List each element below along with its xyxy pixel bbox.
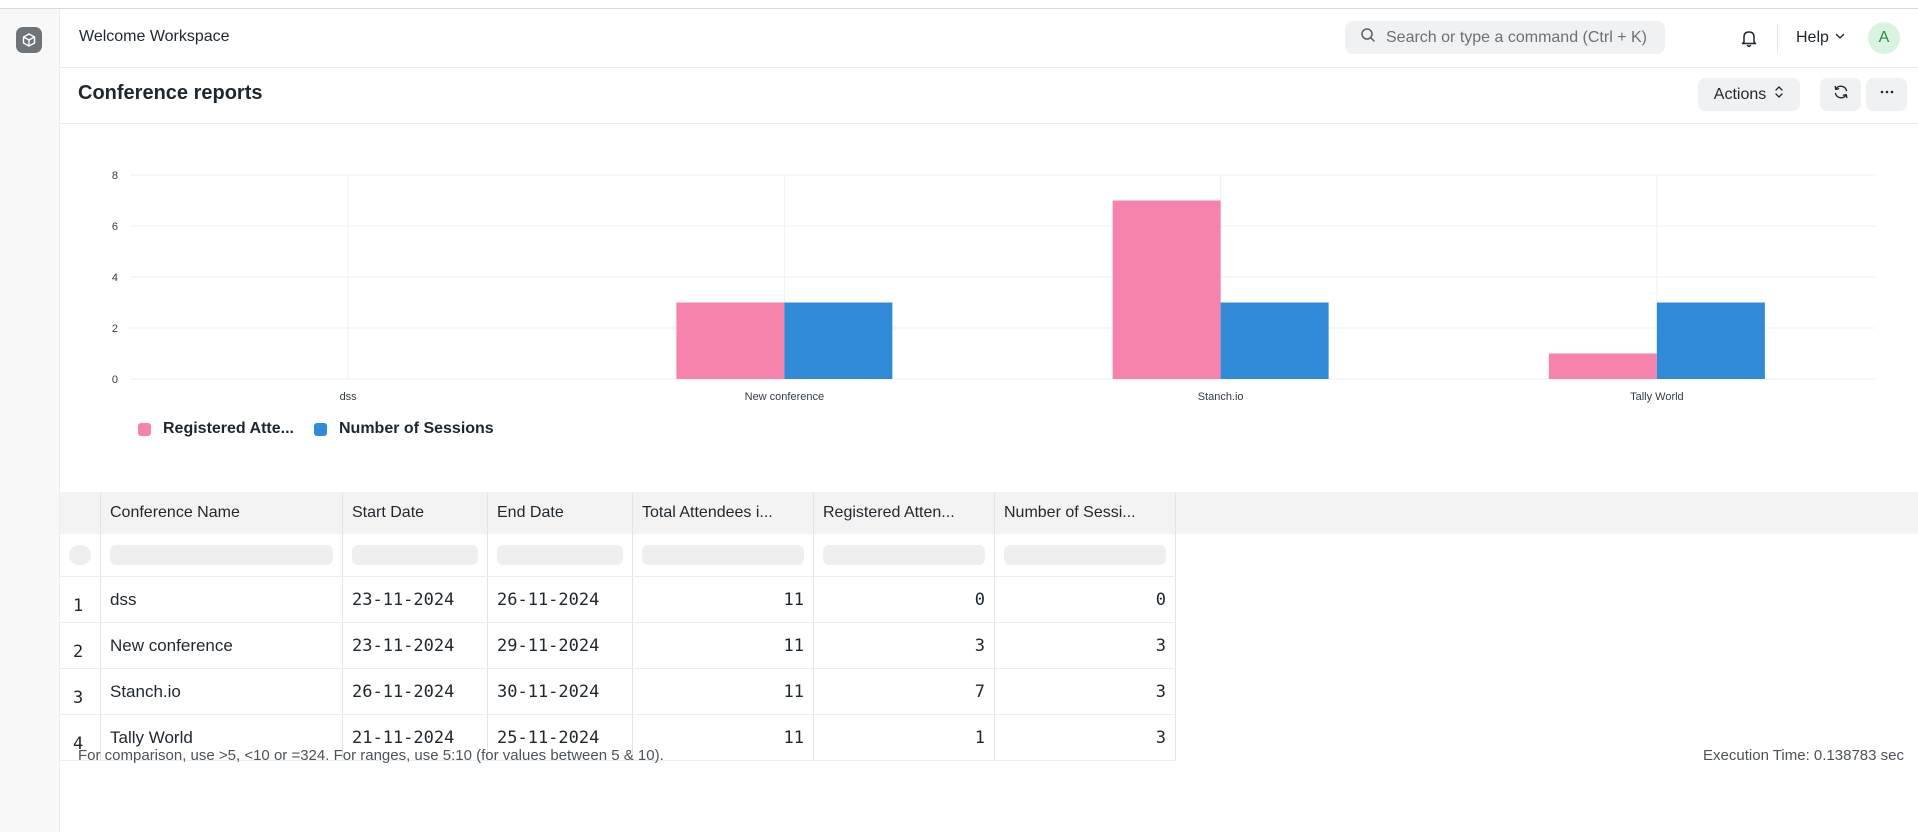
filter-input[interactable] bbox=[352, 545, 478, 565]
cell-end-date[interactable]: 29-11-2024 bbox=[487, 622, 633, 669]
y-tick-label: 4 bbox=[112, 272, 118, 284]
cell-start-date[interactable]: 23-11-2024 bbox=[342, 622, 488, 669]
workspace-title[interactable]: Welcome Workspace bbox=[79, 28, 230, 46]
bar-registered bbox=[1548, 353, 1657, 379]
cell-registered-attendees[interactable]: 1 bbox=[813, 714, 995, 761]
app-logo-icon[interactable] bbox=[16, 27, 42, 53]
more-horizontal-icon bbox=[1878, 83, 1896, 106]
filter-input[interactable] bbox=[823, 545, 985, 565]
notification-bell-icon[interactable] bbox=[1738, 27, 1760, 49]
column-header[interactable]: Start Date bbox=[342, 492, 488, 534]
actions-label: Actions bbox=[1713, 85, 1767, 103]
y-tick-label: 2 bbox=[112, 323, 118, 335]
navbar-divider bbox=[1777, 24, 1778, 52]
cell-registered-attendees[interactable]: 3 bbox=[813, 622, 995, 669]
filter-input[interactable] bbox=[642, 545, 804, 565]
filter-cell bbox=[487, 534, 633, 577]
row-index: 1 bbox=[60, 576, 101, 623]
cell-total-attendees[interactable]: 11 bbox=[632, 576, 814, 623]
chart-legend: Registered Atte... Number of Sessions bbox=[138, 420, 514, 438]
page-header: Conference reports Actions bbox=[60, 68, 1918, 124]
legend-swatch-sessions bbox=[314, 422, 327, 436]
filter-input[interactable] bbox=[497, 545, 623, 565]
y-tick-label: 8 bbox=[112, 170, 118, 182]
filter-cell bbox=[60, 534, 101, 577]
report-datatable: Conference Name Start Date End Date Tota… bbox=[60, 492, 1918, 761]
filter-cell bbox=[994, 534, 1176, 577]
search-icon bbox=[1360, 27, 1376, 48]
cell-registered-attendees[interactable]: 0 bbox=[813, 576, 995, 623]
execution-time: Execution Time: 0.138783 sec bbox=[1703, 747, 1904, 764]
cell-number-of-sessions[interactable]: 3 bbox=[994, 668, 1176, 715]
x-tick-label: Tally World bbox=[1630, 391, 1684, 403]
filter-help-text: For comparison, use >5, <10 or =324. For… bbox=[78, 747, 664, 764]
cell-total-attendees[interactable]: 11 bbox=[632, 622, 814, 669]
search-bar[interactable] bbox=[1345, 21, 1665, 54]
more-button[interactable] bbox=[1866, 78, 1907, 111]
table-row[interactable]: 1 dss 23-11-2024 26-11-2024 11 0 0 bbox=[60, 576, 1176, 623]
bar-registered bbox=[676, 302, 785, 379]
x-tick-label: dss bbox=[340, 391, 358, 403]
column-header[interactable]: Registered Atten... bbox=[813, 492, 995, 534]
column-header[interactable]: End Date bbox=[487, 492, 633, 534]
cell-registered-attendees[interactable]: 7 bbox=[813, 668, 995, 715]
top-border bbox=[0, 0, 1918, 9]
help-label: Help bbox=[1796, 29, 1829, 46]
filter-cell bbox=[100, 534, 343, 577]
legend-item-sessions[interactable]: Number of Sessions bbox=[314, 420, 494, 438]
filter-input[interactable] bbox=[110, 545, 333, 565]
cell-number-of-sessions[interactable]: 3 bbox=[994, 622, 1176, 669]
filter-cell bbox=[342, 534, 488, 577]
legend-swatch-registered bbox=[138, 422, 151, 436]
legend-label-registered: Registered Atte... bbox=[163, 420, 294, 437]
chevron-up-down-icon bbox=[1774, 85, 1784, 104]
bar-sessions bbox=[1656, 302, 1765, 379]
navbar: Welcome Workspace Help A bbox=[60, 9, 1918, 68]
avatar[interactable]: A bbox=[1868, 22, 1900, 54]
x-tick-label: New conference bbox=[745, 391, 825, 403]
cell-end-date[interactable]: 30-11-2024 bbox=[487, 668, 633, 715]
cell-conference-name[interactable]: dss bbox=[100, 576, 343, 623]
y-tick-label: 0 bbox=[112, 374, 118, 386]
cell-start-date[interactable]: 23-11-2024 bbox=[342, 576, 488, 623]
column-header[interactable]: Total Attendees i... bbox=[632, 492, 814, 534]
bar-sessions bbox=[784, 302, 893, 379]
column-header[interactable]: Conference Name bbox=[100, 492, 343, 534]
help-dropdown[interactable]: Help bbox=[1796, 29, 1846, 47]
row-index: 3 bbox=[60, 668, 101, 715]
table-row[interactable]: 3 Stanch.io 26-11-2024 30-11-2024 11 7 3 bbox=[60, 668, 1176, 715]
actions-button[interactable]: Actions bbox=[1698, 78, 1800, 111]
sidebar bbox=[0, 9, 60, 832]
cell-end-date[interactable]: 26-11-2024 bbox=[487, 576, 633, 623]
cell-number-of-sessions[interactable]: 3 bbox=[994, 714, 1176, 761]
filter-cell bbox=[813, 534, 995, 577]
refresh-icon bbox=[1832, 83, 1850, 106]
cell-start-date[interactable]: 26-11-2024 bbox=[342, 668, 488, 715]
column-header[interactable]: Number of Sessi... bbox=[994, 492, 1176, 534]
chevron-down-icon bbox=[1834, 29, 1846, 47]
filter-checkbox[interactable] bbox=[69, 545, 91, 565]
filter-row bbox=[60, 534, 1176, 577]
row-index-header bbox=[60, 492, 101, 534]
table-header-row: Conference Name Start Date End Date Tota… bbox=[60, 492, 1176, 534]
cell-conference-name[interactable]: New conference bbox=[100, 622, 343, 669]
legend-item-registered[interactable]: Registered Atte... bbox=[138, 420, 294, 438]
x-tick-label: Stanch.io bbox=[1198, 391, 1244, 403]
page-title: Conference reports bbox=[78, 82, 263, 104]
search-input[interactable] bbox=[1386, 28, 1665, 47]
filter-input[interactable] bbox=[1004, 545, 1166, 565]
refresh-button[interactable] bbox=[1820, 78, 1861, 111]
bar-registered bbox=[1112, 200, 1221, 379]
legend-label-sessions: Number of Sessions bbox=[339, 420, 494, 437]
filter-cell bbox=[632, 534, 814, 577]
y-tick-label: 6 bbox=[112, 221, 118, 233]
cell-number-of-sessions[interactable]: 0 bbox=[994, 576, 1176, 623]
bar-sessions bbox=[1220, 302, 1329, 379]
table-row[interactable]: 2 New conference 23-11-2024 29-11-2024 1… bbox=[60, 622, 1176, 669]
cell-total-attendees[interactable]: 11 bbox=[632, 668, 814, 715]
row-index: 2 bbox=[60, 622, 101, 669]
cell-conference-name[interactable]: Stanch.io bbox=[100, 668, 343, 715]
